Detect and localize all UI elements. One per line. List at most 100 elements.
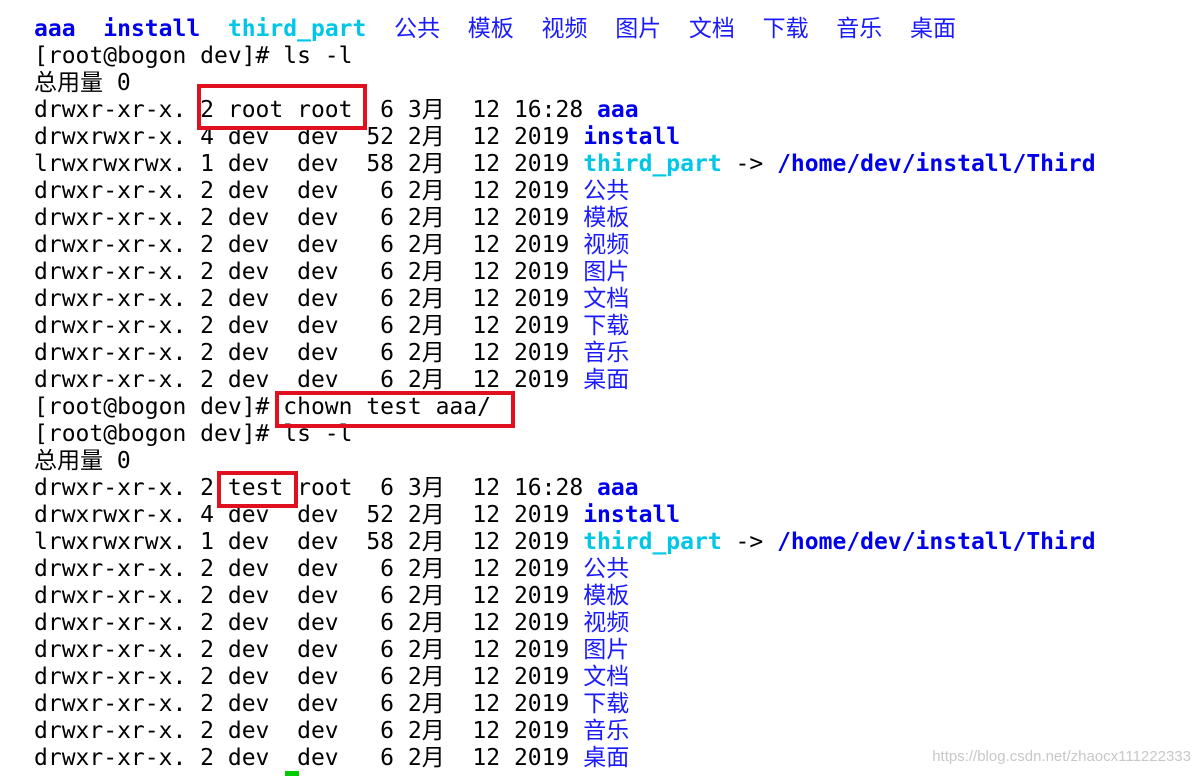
terminal-text: drwxr-xr-x. 2 dev dev 6 2月 12 2019	[34, 718, 584, 744]
terminal-line: drwxr-xr-x. 2 dev dev 6 2月 12 2019 下载	[34, 313, 629, 340]
terminal-window[interactable]: drwxr-xr-x. 2 dev dev 6 2月 12 2019 桌面 drw…	[0, 0, 1203, 777]
watermark-text: https://blog.csdn.net/zhaocx111222333	[932, 748, 1191, 765]
file-name-cn: 音乐	[583, 340, 630, 366]
terminal-line: drwxr-xr-x. 2 dev dev 6 2月 12 2019 桌面	[34, 745, 629, 772]
terminal-line: lrwxrwxrwx. 1 dev dev 58 2月 12 2019 thir…	[34, 151, 1096, 178]
terminal-text: drwxr-xr-x. 2 dev dev 6 2月 12 2019	[34, 205, 584, 231]
terminal-text: drwxr-xr-x. 2 dev dev 6 2月 12 2019	[34, 556, 584, 582]
file-name-dir: aaa	[34, 16, 76, 42]
terminal-line: drwxr-xr-x. 2 dev dev 6 2月 12 2019 公共	[34, 556, 629, 583]
terminal-line: drwxr-xr-x. 2 dev dev 6 2月 12 2019 模板	[34, 583, 629, 610]
terminal-text: drwxr-xr-x. 2 dev dev 6 2月 12 2019	[34, 313, 584, 339]
file-name-cn: 桌面	[583, 367, 630, 393]
terminal-text: lrwxrwxrwx. 1 dev dev 58 2月 12 2019	[34, 529, 584, 555]
terminal-line: aaa install third_part 公共 模板 视频 图片 文档 下载…	[34, 16, 956, 43]
terminal-text: ->	[721, 529, 778, 555]
terminal-line: 总用量 0	[34, 448, 131, 475]
terminal-text: drwxrwxr-x. 4 dev dev 52 2月 12 2019	[34, 124, 584, 150]
terminal-text: [root@bogon dev]# ls -l	[34, 43, 353, 69]
terminal-line: drwxr-xr-x. 2 dev dev 6 2月 12 2019 文档	[34, 664, 629, 691]
file-name-cn: 模板	[583, 205, 630, 231]
terminal-text: drwxr-xr-x. 2 dev dev 6 2月 12 2019	[34, 367, 584, 393]
terminal-text: drwxr-xr-x. 2 test root 6 3月 12 16:28	[34, 475, 598, 501]
file-name-link: third_part	[583, 151, 722, 177]
terminal-line: drwxrwxr-x. 4 dev dev 52 2月 12 2019 inst…	[34, 124, 680, 151]
file-name-cn: 公共	[583, 178, 630, 204]
terminal-cursor	[285, 771, 299, 776]
file-name-cn: 桌面	[910, 16, 956, 42]
terminal-text: [root@bogon dev]# chown test aaa/	[34, 394, 491, 420]
file-name-cn: 模板	[583, 583, 630, 609]
file-name-dir: aaa	[597, 475, 639, 501]
file-name-link: third_part	[583, 529, 722, 555]
terminal-text: drwxr-xr-x. 2 dev dev 6 2月 12 2019	[34, 583, 584, 609]
terminal-text: drwxr-xr-x. 2 dev dev 6 2月 12 2019	[34, 286, 584, 312]
terminal-line: drwxr-xr-x. 2 dev dev 6 2月 12 2019 图片	[34, 259, 629, 286]
file-name-dir: install	[103, 16, 201, 42]
terminal-text: drwxr-xr-x. 2 dev dev 6 2月 12 2019	[34, 232, 584, 258]
terminal-line: drwxr-xr-x. 2 dev dev 6 2月 12 2019 视频	[34, 232, 629, 259]
terminal-line: drwxr-xr-x. 2 dev dev 6 2月 12 2019 下载	[34, 691, 629, 718]
terminal-line: 总用量 0	[34, 70, 131, 97]
file-name-cn: 模板	[467, 16, 514, 42]
file-name-cn: 图片	[583, 259, 630, 285]
terminal-text: [root@bogon dev]# ls -l	[34, 421, 353, 447]
file-name-cn: 音乐	[836, 16, 883, 42]
file-name-cn: 视频	[583, 232, 630, 258]
terminal-line: [root@bogon dev]# chown test aaa/	[34, 394, 491, 421]
file-name-dir: install	[583, 124, 681, 150]
terminal-text: drwxr-xr-x. 2 dev dev 6 2月 12 2019	[34, 745, 584, 771]
terminal-text: ->	[721, 151, 778, 177]
file-name-cn: 下载	[762, 16, 809, 42]
terminal-text: lrwxrwxrwx. 1 dev dev 58 2月 12 2019	[34, 151, 584, 177]
terminal-text: drwxr-xr-x. 2 dev dev 6 2月 12 2019	[34, 259, 584, 285]
file-name-dir: /home/dev/install/Third	[777, 151, 1096, 177]
file-name-link: third_part	[227, 16, 367, 42]
terminal-line: [root@bogon dev]# ls -l	[34, 421, 353, 448]
file-name-cn: 公共	[394, 16, 441, 42]
terminal-text: drwxr-xr-x. 2 dev dev 6 2月 12 2019	[34, 178, 584, 204]
file-name-cn: 下载	[583, 691, 630, 717]
terminal-line: drwxr-xr-x. 2 dev dev 6 2月 12 2019 音乐	[34, 340, 629, 367]
terminal-line: drwxr-xr-x. 2 dev dev 6 2月 12 2019 公共	[34, 178, 629, 205]
file-name-dir: aaa	[597, 97, 639, 123]
file-name-dir: /home/dev/install/Third	[777, 529, 1096, 555]
file-name-cn: 视频	[541, 16, 588, 42]
terminal-line: drwxr-xr-x. 2 test root 6 3月 12 16:28 aa…	[34, 475, 639, 502]
terminal-line: lrwxrwxrwx. 1 dev dev 58 2月 12 2019 thir…	[34, 529, 1096, 556]
terminal-line: drwxr-xr-x. 2 root root 6 3月 12 16:28 aa…	[34, 97, 639, 124]
file-name-dir: install	[583, 502, 681, 528]
file-name-cn: 视频	[583, 610, 630, 636]
file-name-cn: 下载	[583, 313, 630, 339]
terminal-line: drwxr-xr-x. 2 dev dev 6 2月 12 2019 桌面	[34, 367, 629, 394]
terminal-text: drwxr-xr-x. 2 root root 6 3月 12 16:28	[34, 97, 598, 123]
file-name-cn: 图片	[615, 16, 662, 42]
terminal-text: drwxr-xr-x. 2 dev dev 6 2月 12 2019	[34, 340, 584, 366]
terminal-line: drwxrwxr-x. 4 dev dev 52 2月 12 2019 inst…	[34, 502, 680, 529]
file-name-cn: 文档	[583, 664, 630, 690]
terminal-text: 总用量 0	[34, 70, 131, 96]
terminal-line: drwxr-xr-x. 2 dev dev 6 2月 12 2019 文档	[34, 286, 629, 313]
terminal-line: [root@bogon dev]# ls -l	[34, 43, 353, 70]
file-name-cn: 图片	[583, 637, 630, 663]
terminal-line: drwxr-xr-x. 2 dev dev 6 2月 12 2019 视频	[34, 610, 629, 637]
terminal-text: drwxr-xr-x. 2 dev dev 6 2月 12 2019	[34, 610, 584, 636]
terminal-text: drwxr-xr-x. 2 dev dev 6 2月 12 2019	[34, 664, 584, 690]
terminal-line: drwxr-xr-x. 2 dev dev 6 2月 12 2019 模板	[34, 205, 629, 232]
file-name-cn: 文档	[583, 286, 630, 312]
terminal-line: drwxr-xr-x. 2 dev dev 6 2月 12 2019 音乐	[34, 718, 629, 745]
terminal-text: drwxr-xr-x. 2 dev dev 6 2月 12 2019	[34, 691, 584, 717]
terminal-text: drwxr-xr-x. 2 dev dev 6 2月 12 2019	[34, 637, 584, 663]
terminal-text: drwxrwxr-x. 4 dev dev 52 2月 12 2019	[34, 502, 584, 528]
file-name-cn: 音乐	[583, 718, 630, 744]
file-name-cn: 桌面	[583, 745, 630, 771]
